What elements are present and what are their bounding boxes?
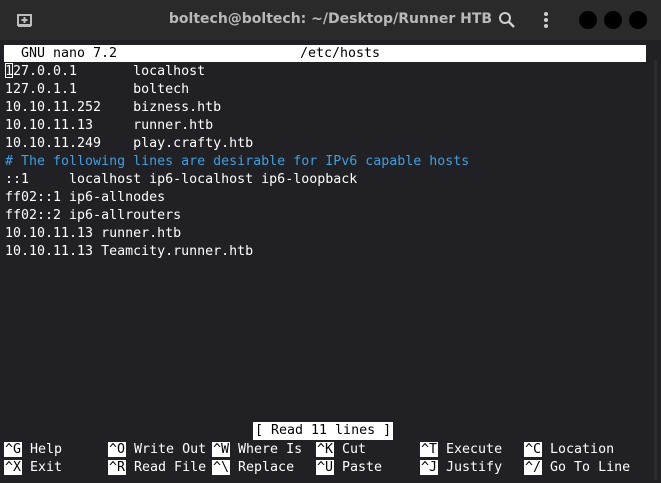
close-button[interactable] — [629, 11, 647, 29]
file-line: 127.0.1.1 boltech — [5, 82, 190, 97]
kebab-menu-icon[interactable] — [536, 10, 556, 30]
shortcut-help[interactable]: ^G Help — [4, 441, 62, 458]
shortcut-read-file[interactable]: ^R Read File — [108, 459, 206, 476]
file-line: ff02::2 ip6-allrouters — [5, 208, 182, 223]
nano-version: GNU nano 7.2 — [21, 46, 118, 61]
file-line: 10.10.11.252 bizness.htb — [5, 100, 222, 115]
shortcut-execute[interactable]: ^T Execute — [420, 441, 502, 458]
file-line: 10.10.11.13 Teamcity.runner.htb — [5, 244, 254, 259]
search-icon[interactable] — [497, 10, 517, 30]
file-line: ::1 localhost ip6-localhost ip6-loopback — [5, 172, 358, 187]
file-name: /etc/hosts — [300, 46, 381, 61]
status-message: [ Read 11 lines ] — [253, 422, 394, 440]
shortcut-cut[interactable]: ^K Cut — [316, 441, 366, 458]
shortcut-replace[interactable]: ^\ Replace — [212, 459, 294, 476]
file-line: 10.10.11.13 runner.htb — [5, 118, 214, 133]
scrollbar[interactable] — [654, 60, 657, 480]
file-line: 127.0.0.1 localhost — [5, 63, 206, 79]
nano-header: GNU nano 7.2 /etc/hosts — [4, 45, 646, 62]
shortcut-go-to-line[interactable]: ^/ Go To Line — [524, 459, 630, 476]
shortcut-justify[interactable]: ^J Justify — [420, 459, 502, 476]
shortcut-paste[interactable]: ^U Paste — [316, 459, 382, 476]
shortcut-where-is[interactable]: ^W Where Is — [212, 441, 302, 458]
shortcut-exit[interactable]: ^X Exit — [4, 459, 62, 476]
maximize-button[interactable] — [604, 11, 622, 29]
file-line: ff02::1 ip6-allnodes — [5, 190, 166, 205]
comment-line: # The following lines are desirable for … — [5, 154, 470, 169]
shortcut-location[interactable]: ^C Location — [524, 441, 614, 458]
file-line: 10.10.11.249 play.crafty.htb — [5, 136, 254, 151]
title-bar: boltech@boltech: ~/Desktop/Runner HTB — [0, 0, 661, 40]
minimize-button[interactable] — [579, 11, 597, 29]
window-title: boltech@boltech: ~/Desktop/Runner HTB — [168, 11, 493, 27]
shortcut-write-out[interactable]: ^O Write Out — [108, 441, 206, 458]
file-line: 10.10.11.13 runner.htb — [5, 226, 182, 241]
